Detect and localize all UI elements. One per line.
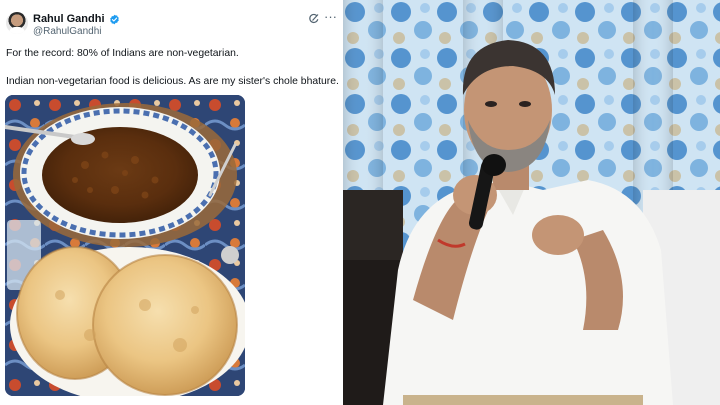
chole-bhature-illustration bbox=[5, 95, 245, 396]
speaker-illustration bbox=[343, 0, 720, 405]
avatar[interactable] bbox=[6, 12, 28, 34]
name-row: Rahul Gandhi bbox=[33, 12, 120, 26]
handle[interactable]: @RahulGandhi bbox=[33, 26, 102, 37]
tweet-text-line-1: For the record: 80% of Indians are non-v… bbox=[6, 48, 239, 59]
tweet-card: Rahul Gandhi @RahulGandhi ··· For the re… bbox=[0, 0, 343, 405]
tweet-header: Rahul Gandhi @RahulGandhi ··· bbox=[6, 9, 338, 39]
display-name[interactable]: Rahul Gandhi bbox=[33, 13, 105, 25]
grok-icon[interactable] bbox=[308, 13, 320, 25]
speaker-photo bbox=[343, 0, 720, 405]
tweet-photo[interactable] bbox=[5, 95, 245, 396]
more-options-icon[interactable]: ··· bbox=[324, 10, 337, 24]
tweet-text-line-2: Indian non-vegetarian food is delicious.… bbox=[6, 76, 339, 87]
verified-badge-icon bbox=[109, 14, 119, 24]
